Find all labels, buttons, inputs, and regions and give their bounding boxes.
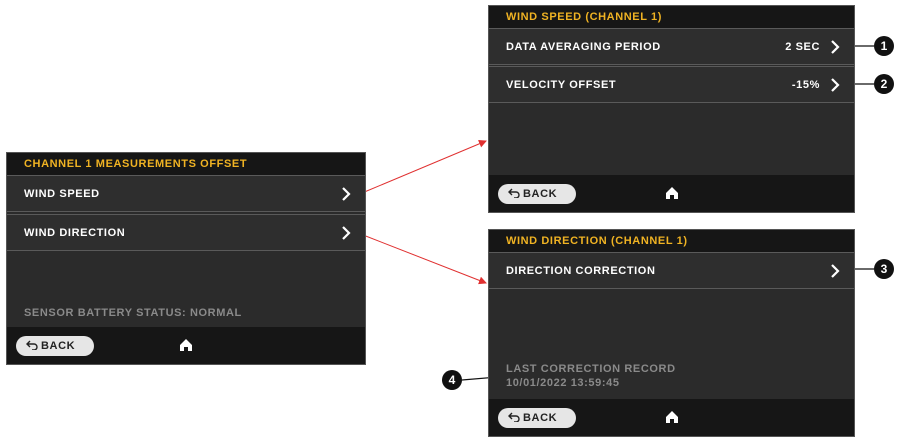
menu-item-direction-correction[interactable]: DIRECTION CORRECTION: [489, 252, 854, 289]
menu-item-data-averaging-period[interactable]: DATA AVERAGING PERIOD 2 SEC: [489, 28, 854, 65]
back-arrow-icon: [26, 340, 38, 350]
menu-item-value: 2 SEC: [785, 41, 820, 53]
menu-item-wind-direction[interactable]: WIND DIRECTION: [7, 214, 365, 251]
screen-title: WIND SPEED (CHANNEL 1): [489, 6, 854, 28]
footer-bar: BACK: [7, 327, 365, 364]
wind-direction-screen: WIND DIRECTION (CHANNEL 1) DIRECTION COR…: [488, 229, 855, 437]
back-arrow-icon: [508, 412, 520, 422]
home-icon[interactable]: [179, 338, 193, 352]
back-arrow-icon: [508, 188, 520, 198]
back-button[interactable]: BACK: [498, 184, 576, 204]
chevron-right-icon: [831, 264, 840, 278]
menu-item-wind-speed[interactable]: WIND SPEED: [7, 175, 365, 212]
menu-item-label: WIND DIRECTION: [24, 227, 126, 239]
menu-item-label: WIND SPEED: [24, 188, 100, 200]
menu-item-value: -15%: [791, 79, 820, 91]
chevron-right-icon: [342, 226, 351, 240]
callout-badge-4: 4: [442, 370, 462, 390]
screen-title: WIND DIRECTION (CHANNEL 1): [489, 230, 854, 252]
callout-badge-1: 1: [874, 36, 894, 56]
chevron-right-icon: [342, 187, 351, 201]
back-label: BACK: [41, 340, 76, 352]
menu-item-label: DATA AVERAGING PERIOD: [506, 41, 661, 53]
menu-item-label: DIRECTION CORRECTION: [506, 265, 656, 277]
callout-badge-2: 2: [874, 74, 894, 94]
wind-speed-arrow: [361, 140, 487, 194]
wind-direction-arrow: [357, 232, 487, 285]
menu-item-label: VELOCITY OFFSET: [506, 79, 617, 91]
last-correction-timestamp: 10/01/2022 13:59:45: [506, 377, 620, 389]
back-label: BACK: [523, 412, 558, 424]
battery-status-text: SENSOR BATTERY STATUS: NORMAL: [24, 307, 242, 319]
screen-title: CHANNEL 1 MEASUREMENTS OFFSET: [7, 153, 365, 175]
chevron-right-icon: [831, 40, 840, 54]
footer-bar: BACK: [489, 399, 854, 436]
menu-item-velocity-offset[interactable]: VELOCITY OFFSET -15%: [489, 66, 854, 103]
home-icon[interactable]: [665, 186, 679, 200]
last-correction-label: LAST CORRECTION RECORD: [506, 363, 676, 375]
home-icon[interactable]: [665, 410, 679, 424]
back-label: BACK: [523, 188, 558, 200]
back-button[interactable]: BACK: [16, 336, 94, 356]
footer-bar: BACK: [489, 175, 854, 212]
chevron-right-icon: [831, 78, 840, 92]
channel-measurements-screen: CHANNEL 1 MEASUREMENTS OFFSET WIND SPEED…: [6, 152, 366, 365]
wind-speed-screen: WIND SPEED (CHANNEL 1) DATA AVERAGING PE…: [488, 5, 855, 213]
callout-badge-3: 3: [874, 259, 894, 279]
back-button[interactable]: BACK: [498, 408, 576, 428]
